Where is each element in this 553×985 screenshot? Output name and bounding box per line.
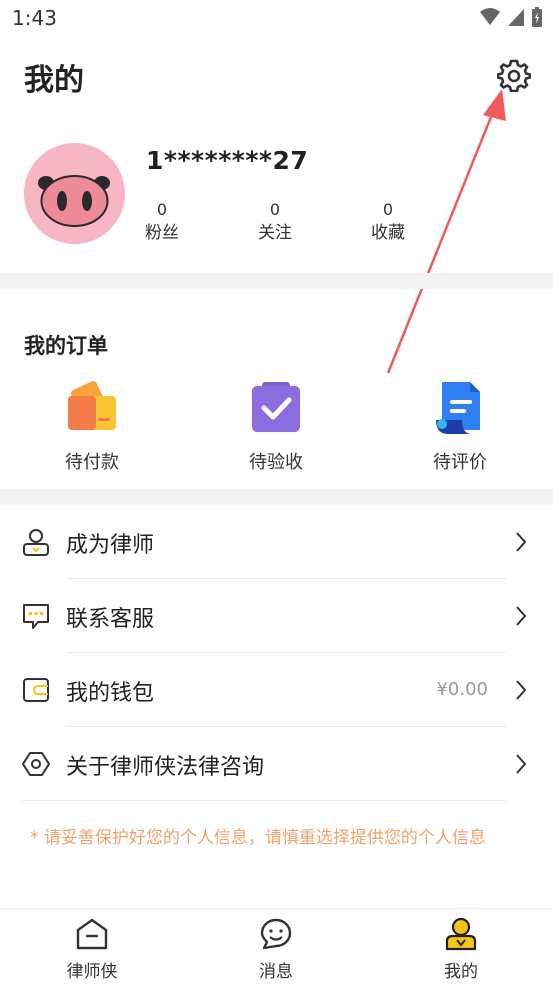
status-time: 1:43 — [12, 6, 57, 30]
lawyer-person-icon — [23, 529, 49, 556]
check-box-icon — [252, 382, 300, 432]
signal-icon — [508, 9, 524, 26]
tab-messages[interactable]: 消息 — [226, 917, 326, 982]
menu-about[interactable]: 关于律师侠法律咨询 — [22, 729, 534, 799]
menu-label: 我的钱包 — [66, 681, 155, 706]
section-divider — [0, 273, 553, 289]
row-divider — [66, 578, 506, 579]
menu-label: 成为律师 — [66, 533, 155, 558]
tab-label: 消息 — [259, 962, 293, 982]
stat-value: 0 — [382, 200, 394, 219]
section-divider — [0, 489, 553, 505]
tab-home[interactable]: 律师侠 — [42, 917, 142, 982]
tab-label: 律师侠 — [66, 962, 118, 982]
battery-icon — [532, 7, 542, 27]
orders-title: 我的订单 — [24, 334, 108, 358]
stat-following[interactable]: 0 关注 — [245, 200, 305, 246]
stat-value: 0 — [269, 200, 281, 219]
row-divider — [66, 652, 506, 653]
stat-label: 关注 — [258, 223, 292, 243]
chevron-right-icon — [516, 754, 527, 774]
menu-label: 联系客服 — [66, 607, 155, 632]
chevron-right-icon — [516, 606, 527, 626]
avatar[interactable] — [24, 143, 125, 244]
hexagon-icon — [22, 752, 50, 776]
status-icons — [479, 6, 543, 28]
stat-value: 0 — [156, 200, 168, 219]
order-label: 待验收 — [249, 452, 303, 473]
pig-nose-icon — [24, 143, 125, 244]
menu-contact-support[interactable]: 联系客服 — [22, 581, 534, 651]
stat-label: 粉丝 — [145, 223, 179, 243]
menu-my-wallet[interactable]: 我的钱包 ¥0.00 — [22, 655, 534, 725]
row-divider — [66, 726, 506, 727]
menu-become-lawyer[interactable]: 成为律师 — [22, 507, 534, 577]
row-divider — [22, 800, 506, 801]
message-icon — [260, 918, 292, 950]
home-icon — [76, 918, 108, 950]
page-title: 我的 — [24, 63, 84, 98]
document-icon — [436, 382, 480, 434]
order-label: 待评价 — [433, 452, 487, 473]
stat-favorites[interactable]: 0 收藏 — [358, 200, 418, 246]
order-label: 待付款 — [65, 452, 119, 473]
stat-fans[interactable]: 0 粉丝 — [132, 200, 192, 246]
chevron-right-icon — [516, 532, 527, 552]
chat-dots-icon — [23, 604, 49, 629]
order-pending-acceptance[interactable]: 待验收 — [216, 380, 336, 474]
wallet-balance: ¥0.00 — [436, 679, 488, 700]
menu-label: 关于律师侠法律咨询 — [66, 755, 265, 780]
stat-label: 收藏 — [371, 223, 405, 243]
status-bar: 1:43 — [0, 0, 553, 38]
order-pending-payment[interactable]: 待付款 — [32, 380, 152, 474]
wallet-card-icon — [68, 381, 116, 430]
order-pending-review[interactable]: 待评价 — [400, 380, 520, 474]
tab-label: 我的 — [444, 962, 478, 982]
privacy-notice: * 请妥善保护好您的个人信息，请慎重选择提供您的个人信息 — [30, 828, 486, 848]
wifi-icon — [480, 8, 500, 25]
wallet-icon — [23, 678, 49, 702]
profile-icon — [445, 917, 477, 951]
bottom-tab-bar: 律师侠 消息 我的 — [0, 908, 553, 985]
username: 1********27 — [146, 146, 309, 175]
tab-profile[interactable]: 我的 — [411, 917, 511, 982]
chevron-right-icon — [516, 680, 527, 700]
